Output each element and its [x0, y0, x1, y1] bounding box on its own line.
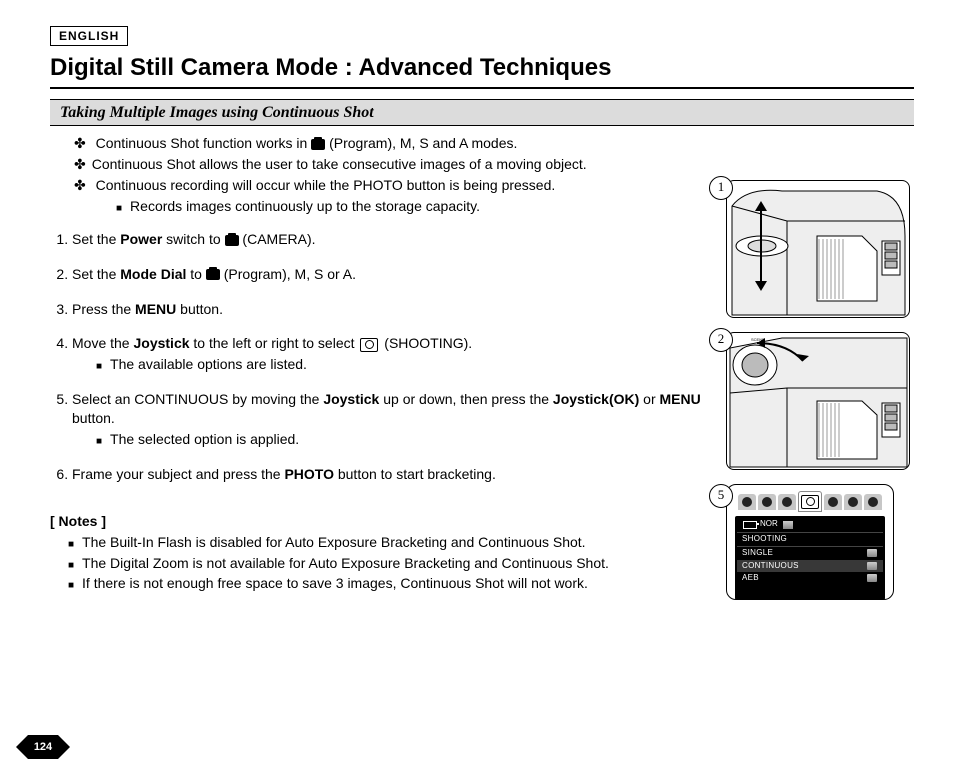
step-4: Move the Joystick to the left or right t…: [72, 334, 710, 374]
main-content: Continuous Shot function works in (Progr…: [50, 134, 914, 607]
shooting-icon: [360, 338, 378, 352]
lcd-status-row: NOR: [737, 518, 883, 532]
lcd-option-single: SINGLE: [737, 547, 883, 560]
card-icon: [783, 521, 793, 529]
lcd-tab: [778, 494, 796, 510]
page-title: Digital Still Camera Mode : Advanced Tec…: [50, 52, 914, 88]
lcd-tab-row: [735, 491, 885, 512]
intro-list: Continuous Shot function works in (Progr…: [74, 134, 710, 216]
figure-badge-2: 2: [709, 328, 733, 352]
camera-svg-2: SCENE: [727, 333, 909, 469]
intro-item-1: Continuous Shot function works in (Progr…: [74, 134, 710, 153]
figure-5: 5 NOR: [726, 484, 914, 600]
intro-item-2: Continuous Shot allows the user to take …: [74, 155, 710, 174]
lcd-panel: NOR SHOOTING SINGLE CONTINUOUS AEB: [726, 484, 894, 600]
thumb-icon: [867, 562, 877, 570]
figure-badge-5: 5: [709, 484, 733, 508]
thumb-icon: [867, 574, 877, 582]
step-5-sub: The selected option is applied.: [96, 430, 710, 449]
document-page: ENGLISH Digital Still Camera Mode : Adva…: [0, 0, 954, 779]
step-5: Select an CONTINUOUS by moving the Joyst…: [72, 390, 710, 449]
steps-list: Set the Power switch to (CAMERA). Set th…: [72, 230, 710, 484]
language-badge: ENGLISH: [50, 26, 128, 46]
step-2: Set the Mode Dial to (Program), M, S or …: [72, 265, 710, 284]
figures-column: 1: [726, 180, 914, 600]
lcd-tab: [738, 494, 756, 510]
battery-icon: [743, 521, 757, 529]
camera-svg-1: [727, 181, 909, 317]
notes-list: The Built-In Flash is disabled for Auto …: [68, 533, 710, 594]
lcd-nor-text: NOR: [760, 519, 778, 530]
camera-icon: [225, 235, 239, 246]
step-1: Set the Power switch to (CAMERA).: [72, 230, 710, 249]
shooting-icon: [801, 495, 819, 509]
camera-icon: [206, 269, 220, 280]
lcd-body: NOR SHOOTING SINGLE CONTINUOUS AEB: [735, 516, 885, 600]
camera-icon: [311, 139, 325, 150]
figure-2: 2 S: [726, 332, 914, 470]
thumb-icon: [867, 549, 877, 557]
section-subtitle: Taking Multiple Images using Continuous …: [50, 99, 914, 127]
lcd-tab: [758, 494, 776, 510]
lcd-option-continuous: CONTINUOUS: [737, 560, 883, 573]
text-column: Continuous Shot function works in (Progr…: [50, 134, 710, 607]
camera-sketch-2: SCENE: [726, 332, 910, 470]
camera-sketch-1: [726, 180, 910, 318]
note-1: The Built-In Flash is disabled for Auto …: [68, 533, 710, 552]
step-3: Press the MENU button.: [72, 300, 710, 319]
step-4-sub: The available options are listed.: [96, 355, 710, 374]
intro-item-3: Continuous recording will occur while th…: [74, 176, 710, 216]
lcd-tab-shooting: [798, 491, 822, 512]
figure-badge-1: 1: [709, 176, 733, 200]
note-3: If there is not enough free space to sav…: [68, 574, 710, 593]
page-number: 124: [16, 735, 70, 759]
intro-subitem-3a: Records images continuously up to the st…: [116, 197, 710, 216]
notes-header: [ Notes ]: [50, 512, 710, 531]
lcd-option-aeb: AEB: [737, 572, 883, 585]
step-6: Frame your subject and press the PHOTO b…: [72, 465, 710, 484]
lcd-tab: [864, 494, 882, 510]
lcd-tab: [844, 494, 862, 510]
note-2: The Digital Zoom is not available for Au…: [68, 554, 710, 573]
lcd-section-header: SHOOTING: [737, 532, 883, 547]
figure-1: 1: [726, 180, 914, 318]
lcd-tab: [824, 494, 842, 510]
